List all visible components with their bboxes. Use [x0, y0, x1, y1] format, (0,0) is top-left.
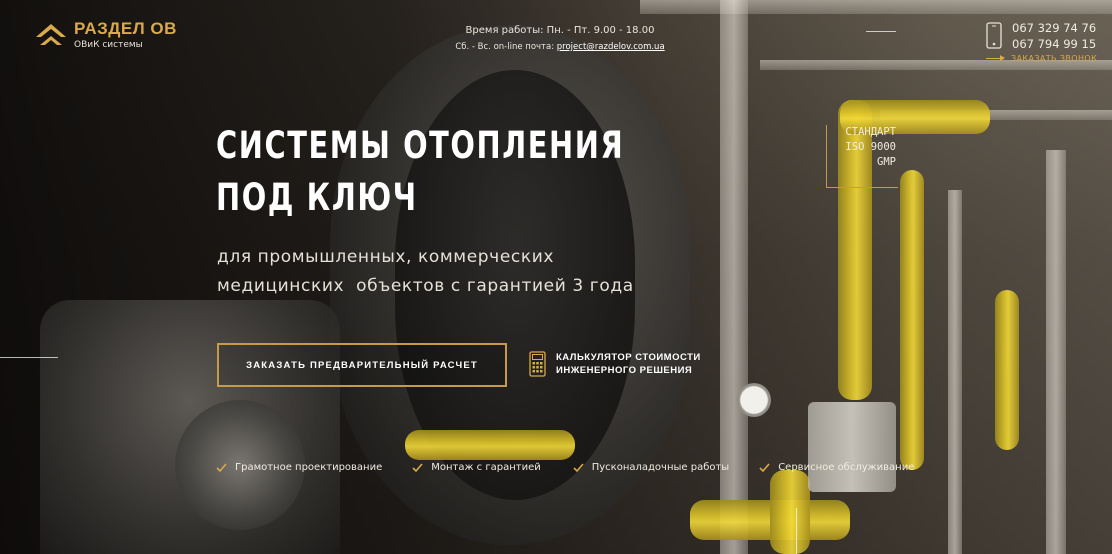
feature-item: Грамотное проектирование [216, 462, 382, 473]
hero-subtitle: для промышленных, коммерческих медицинск… [217, 243, 647, 301]
phone-number-2[interactable]: 067 794 99 15 [1012, 36, 1096, 52]
calculator-icon [529, 351, 546, 377]
arrow-right-icon [986, 55, 1005, 61]
standard-gmp: GMP [877, 156, 896, 168]
smartphone-icon [986, 22, 1002, 49]
feature-label: Сервисное обслуживание [778, 462, 915, 473]
callback-label: ЗАКАЗАТЬ ЗВОНОК [1011, 54, 1098, 63]
hero-title-line-2: ПОД КЛЮЧ [216, 176, 418, 219]
order-estimate-label: ЗАКАЗАТЬ ПРЕДВАРИТЕЛЬНЫЙ РАСЧЕТ [246, 359, 478, 371]
checkmark-icon [412, 462, 423, 472]
feature-label: Пусконаладочные работы [591, 462, 730, 473]
hero-title-line-1: СИСТЕМЫ ОТОПЛЕНИЯ [216, 124, 625, 167]
hero-subtitle-line-1: для промышленных, коммерческих [217, 247, 554, 267]
site-logo[interactable]: РАЗДЕЛ ОВ ОВиК системы [34, 20, 177, 50]
checkmark-icon [216, 462, 227, 472]
feature-label: Грамотное проектирование [235, 462, 383, 473]
decorative-divider [0, 357, 58, 358]
feature-item: Монтаж с гарантией [412, 462, 541, 473]
pressure-gauge-icon [737, 383, 771, 417]
logo-mark-icon [36, 24, 66, 45]
order-estimate-button[interactable]: ЗАКАЗАТЬ ПРЕДВАРИТЕЛЬНЫЙ РАСЧЕТ [217, 343, 507, 387]
standards-badge: СТАНДАРТ ISO 9000 GMP [826, 125, 898, 188]
decorative-divider [866, 31, 896, 32]
email-link[interactable]: project@razdelov.com.ua [557, 42, 665, 52]
checkmark-icon [573, 462, 584, 472]
feature-list: Грамотное проектирование Монтаж с гарант… [216, 462, 944, 473]
cost-calculator-link[interactable]: КАЛЬКУЛЯТОР СТОИМОСТИ ИНЖЕНЕРНОГО РЕШЕНИ… [529, 351, 701, 377]
work-hours: Время работы: Пн. - Пт. 9.00 - 18.00 Сб.… [430, 23, 690, 55]
phone-number-1[interactable]: 067 329 74 76 [1012, 20, 1096, 36]
decorative-divider [796, 508, 797, 554]
feature-item: Сервисное обслуживание [759, 462, 914, 473]
hero-title: СИСТЕМЫ ОТОПЛЕНИЯ ПОД КЛЮЧ [216, 120, 624, 224]
hero-subtitle-line-2: медицинских объектов с гарантией 3 года [217, 276, 634, 296]
logo-subtitle: ОВиК системы [74, 40, 143, 50]
checkmark-icon [759, 462, 770, 472]
calculator-label-line-1: КАЛЬКУЛЯТОР СТОИМОСТИ [556, 352, 701, 363]
standard-iso: ISO 9000 [845, 141, 896, 153]
weekday-hours: Время работы: Пн. - Пт. 9.00 - 18.00 [465, 25, 655, 36]
logo-title: РАЗДЕЛ ОВ [74, 19, 177, 38]
weekend-label: Сб. - Вс. on-line почта: [455, 42, 555, 52]
feature-label: Монтаж с гарантией [431, 462, 541, 473]
calculator-label-line-2: ИНЖЕНЕРНОГО РЕШЕНИЯ [556, 365, 693, 376]
callback-link[interactable]: ЗАКАЗАТЬ ЗВОНОК [986, 54, 1097, 63]
feature-item: Пусконаладочные работы [573, 462, 729, 473]
standard-label: СТАНДАРТ [845, 126, 896, 138]
